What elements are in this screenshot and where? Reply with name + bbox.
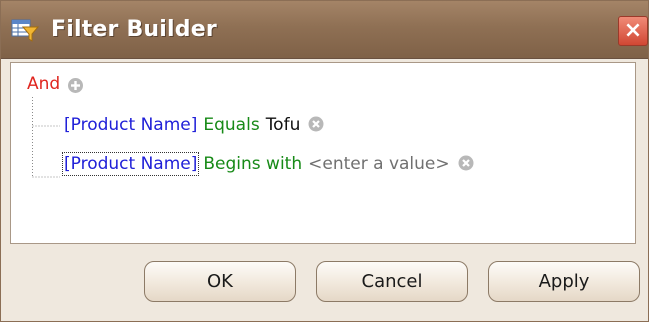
condition-value[interactable]: Tofu (266, 115, 301, 135)
condition-row: [Product Name] Begins with <enter a value> (61, 152, 474, 176)
ok-button[interactable]: OK (144, 261, 296, 302)
condition-value-placeholder[interactable]: <enter a value> (308, 154, 450, 174)
close-button[interactable]: × (618, 16, 648, 46)
apply-button[interactable]: Apply (488, 261, 640, 302)
remove-condition-icon[interactable] (308, 116, 324, 132)
condition-operator[interactable]: Begins with (203, 154, 302, 174)
filter-builder-window: Filter Builder × And [Product Name] Equal… (0, 0, 649, 322)
close-icon: × (623, 18, 643, 43)
add-condition-icon[interactable] (67, 77, 84, 94)
filter-tree-panel: And [Product Name] Equals Tofu [Product Na… (10, 62, 636, 244)
remove-condition-icon[interactable] (458, 155, 474, 171)
window-title: Filter Builder (51, 17, 217, 42)
group-operator[interactable]: And (27, 74, 60, 94)
condition-field[interactable]: [Product Name] (61, 152, 200, 176)
condition-row: [Product Name] Equals Tofu (64, 115, 324, 135)
condition-field[interactable]: [Product Name] (64, 115, 197, 135)
cancel-button[interactable]: Cancel (316, 261, 468, 302)
filter-builder-icon (11, 19, 39, 42)
title-bar[interactable]: Filter Builder × (1, 1, 648, 59)
condition-operator[interactable]: Equals (203, 115, 259, 135)
